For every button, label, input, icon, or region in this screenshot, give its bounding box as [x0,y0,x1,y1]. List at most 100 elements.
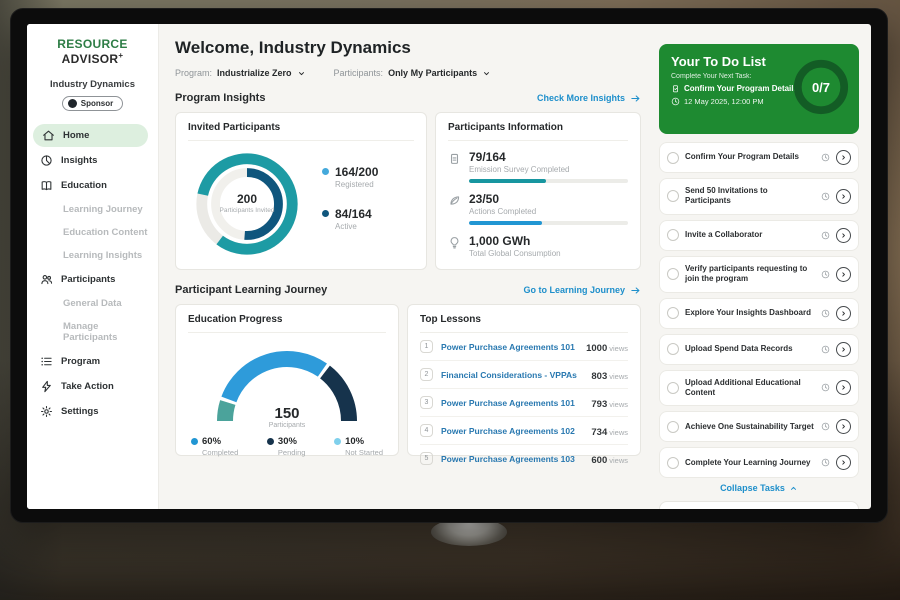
settings-icon [40,405,53,418]
top-lessons-card: Top Lessons 1Power Purchase Agreements 1… [407,304,641,456]
sidebar-item-learning-insights[interactable]: Learning Insights [27,245,158,266]
program-icon [40,355,53,368]
program-select[interactable]: Program: Industrialize Zero [175,68,306,78]
lesson-link[interactable]: Power Purchase Agreements 103 [441,454,583,464]
task-checkbox[interactable] [667,190,679,202]
sponsor-badge-wrap: Sponsor [27,95,158,113]
task-checkbox[interactable] [667,229,679,241]
sidebar-item-education-content[interactable]: Education Content [27,222,158,243]
sidebar-item-education[interactable]: Education [27,174,158,197]
task-expand-button[interactable] [836,455,851,470]
lesson-link[interactable]: Power Purchase Agreements 101 [441,398,583,408]
legend-dot-icon [322,210,329,217]
consumption-icon [448,236,461,249]
task-checkbox[interactable] [667,343,679,355]
lesson-link[interactable]: Financial Considerations - VPPAs [441,370,583,380]
sidebar-item-insights[interactable]: Insights [27,149,158,172]
task-checkbox[interactable] [667,152,679,164]
main-content: Welcome, Industry Dynamics Program: Indu… [159,24,653,509]
app-logo: RESOURCE ADVISOR+ [27,37,158,66]
lesson-link[interactable]: Power Purchase Agreements 101 [441,342,578,352]
sidebar-item-general-data[interactable]: General Data [27,293,158,314]
task-expand-button[interactable] [836,267,851,282]
go-to-learning-journey-link[interactable]: Go to Learning Journey [523,285,641,296]
sidebar-menu: HomeInsights Education Learning Journey Edu… [27,124,158,423]
task-checkbox[interactable] [667,268,679,280]
clock-icon [821,192,830,201]
task-expand-button[interactable] [836,150,851,165]
sidebar-item-label: Learning Insights [63,250,142,261]
info-stat: 1,000 GWhTotal Global Consumption [448,234,628,258]
sidebar-item-learning-journey[interactable]: Learning Journey [27,199,158,220]
lesson-link[interactable]: Power Purchase Agreements 102 [441,426,583,436]
lesson-views: 600views [591,450,628,468]
clock-icon [821,231,830,240]
legend-label: Active [335,222,378,231]
task-checkbox[interactable] [667,421,679,433]
todo-item: Complete Your Learning Journey [659,447,859,478]
lessons-list: 1Power Purchase Agreements 1011000views2… [420,333,628,472]
sidebar-item-home[interactable]: Home [33,124,148,147]
info-stats: 79/164Emission Survey Completed 23/50Acti… [448,150,628,258]
monitor-bezel: RESOURCE ADVISOR+ Industry Dynamics Spon… [10,8,888,523]
sidebar-item-program[interactable]: Program [27,350,158,373]
sidebar-item-participants[interactable]: Participants [27,268,158,291]
chevron-up-icon [789,484,798,493]
clock-icon [821,383,830,392]
arrow-right-icon [630,93,641,104]
filters-row: Program: Industrialize Zero Participants… [175,68,641,78]
stat-body: 23/50Actions Completed [469,192,628,225]
sponsor-badge[interactable]: Sponsor [62,96,123,111]
task-expand-button[interactable] [836,419,851,434]
todo-item: Confirm Your Program Details [659,142,859,173]
task-expand-button[interactable] [836,380,851,395]
lesson-row: 5 Power Purchase Agreements 103 600views [420,445,628,472]
home-icon [42,129,55,142]
check-more-insights-link[interactable]: Check More Insights [537,93,641,104]
task-checkbox[interactable] [667,457,679,469]
legend-value: 84/164 [335,207,378,221]
sidebar-item-take-action[interactable]: Take Action [27,375,158,398]
task-expand-button[interactable] [836,306,851,321]
photo-background: RESOURCE ADVISOR+ Industry Dynamics Spon… [0,0,900,600]
take-action-icon [40,380,53,393]
sidebar-item-manage-participants[interactable]: Manage Participants [27,316,158,348]
collapse-tasks-link[interactable]: Collapse Tasks [659,483,859,493]
participants-value: Only My Participants [388,68,477,78]
lesson-views: 803views [591,366,628,384]
card-title: Education Progress [188,314,386,333]
program-value: Industrialize Zero [217,68,292,78]
participants-icon [40,273,53,286]
survey-icon [448,152,461,165]
donut-legend-item: 84/164Active [322,207,378,231]
legend-value: 10% [345,436,364,447]
legend-label: Registered [335,180,378,189]
task-expand-button[interactable] [836,342,851,357]
todo-list: Confirm Your Program Details Send 50 Invi… [659,142,859,478]
info-stat: 79/164Emission Survey Completed [448,150,628,183]
participants-select[interactable]: Participants: Only My Participants [334,68,492,78]
legend-value: 30% [278,436,297,447]
task-label: Send 50 Invitations to Participants [685,186,815,207]
task-checkbox[interactable] [667,382,679,394]
legend-label: Completed [202,448,238,457]
legend-label: Pending [278,448,306,457]
lesson-views: 1000views [586,338,628,356]
sidebar-item-label: Education [61,180,107,191]
sidebar-item-label: Education Content [63,227,147,238]
clock-icon [821,345,830,354]
donut-legend-item: 164/200Registered [322,165,378,189]
task-expand-button[interactable] [836,189,851,204]
card-title: Participants Information [448,122,628,141]
actions-icon [448,194,461,207]
chevron-down-icon [297,69,306,78]
learning-cards-row: Education Progress 150 Participants 60%C… [175,304,641,456]
program-insights-header: Program Insights Check More Insights [175,92,641,104]
lesson-rank: 5 [420,452,433,465]
lesson-row: 3Power Purchase Agreements 101793views [420,389,628,417]
gauge-legend-item: 60%Completed [191,436,238,457]
task-expand-button[interactable] [836,228,851,243]
clock-icon [821,458,830,467]
task-checkbox[interactable] [667,307,679,319]
sidebar-item-settings[interactable]: Settings [27,400,158,423]
